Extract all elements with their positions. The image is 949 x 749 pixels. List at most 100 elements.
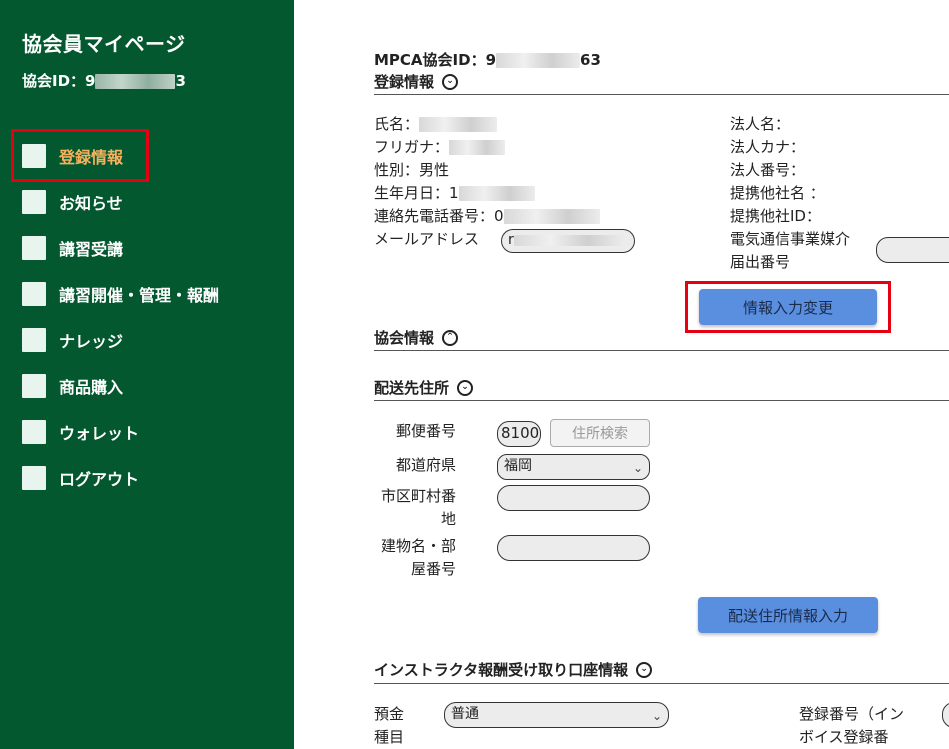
association-id: MPCA協会ID：9 63 — [374, 49, 601, 70]
building-label: 建物名・部 屋番号 — [364, 535, 456, 581]
registration-section-header[interactable]: 登録情報 ⌄ — [374, 71, 459, 92]
phone-label: 連絡先電話番号：0 — [374, 207, 504, 225]
deposit-type-select[interactable]: 普通 ⌄ — [444, 702, 669, 728]
checkbox-icon — [22, 374, 46, 398]
chevron-down-icon[interactable]: ⌄ — [442, 73, 459, 90]
chevron-down-icon[interactable]: ⌄ — [636, 661, 653, 678]
association-id-suffix: 63 — [580, 51, 601, 69]
sidebar: 協会員マイページ 協会ID：9 3 登録情報 お知らせ 講習受講 講習開催・管理・… — [0, 0, 294, 749]
birthdate-label: 生年月日：1 — [374, 184, 459, 202]
gender-label: 性別： — [374, 161, 420, 179]
name-row: 氏名： — [374, 113, 498, 136]
masked-association-id — [496, 53, 581, 68]
corp-kana-label: 法人カナ： — [730, 138, 806, 156]
prefecture-select[interactable]: 福岡 ⌄ — [497, 454, 650, 480]
section-divider — [374, 94, 949, 95]
building-label-line1: 建物名・部 — [380, 537, 456, 555]
section-divider — [374, 400, 949, 401]
checkbox-icon — [22, 328, 46, 352]
postal-code-label: 郵便番号 — [395, 422, 456, 440]
invoice-number-label-line2: ボイス登録番 — [799, 728, 889, 746]
corp-number-label: 法人番号： — [730, 161, 806, 179]
association-section-title: 協会情報 — [374, 329, 435, 347]
telecom-label-line1: 電気通信事業媒介 — [730, 230, 851, 248]
checkbox-icon — [22, 466, 46, 490]
telecom-label: 電気通信事業媒介 届出番号 — [730, 228, 850, 274]
city-label-line2: 地 — [440, 510, 456, 528]
masked-email — [513, 234, 624, 246]
chevron-down-icon: ⌄ — [632, 461, 643, 475]
partner-id-label: 提携他社ID： — [730, 207, 821, 225]
sidebar-item-course-attendance[interactable]: 講習受講 — [22, 235, 123, 261]
building-input[interactable] — [497, 535, 650, 561]
furigana-label: フリガナ： — [374, 138, 450, 156]
sidebar-item-wallet[interactable]: ウォレット — [22, 419, 139, 445]
sidebar-title: 協会員マイページ — [22, 32, 186, 56]
postal-code-input[interactable]: 81000 — [497, 421, 541, 447]
city-label-line1: 市区町村番 — [380, 487, 456, 505]
member-id-label: 協会ID：9 — [22, 72, 96, 90]
member-id-suffix: 3 — [175, 72, 186, 90]
shipping-section-title: 配送先住所 — [374, 379, 450, 397]
address-search-button[interactable]: 住所検索 — [550, 419, 650, 447]
sidebar-item-label: 講習受講 — [59, 240, 124, 259]
sidebar-item-course-management[interactable]: 講習開催・管理・報酬 — [22, 281, 219, 307]
sidebar-item-news[interactable]: お知らせ — [22, 189, 123, 215]
sidebar-item-knowledge[interactable]: ナレッジ — [22, 327, 123, 353]
telecom-label-line2: 届出番号 — [730, 253, 791, 271]
sidebar-item-label: 商品購入 — [59, 378, 124, 397]
masked-id-value — [95, 74, 176, 89]
sidebar-item-purchase[interactable]: 商品購入 — [22, 373, 123, 399]
furigana-row: フリガナ： — [374, 136, 506, 159]
bank-section-header[interactable]: インストラクタ報酬受け取り口座情報 ⌄ — [374, 659, 653, 680]
shipping-submit-button[interactable]: 配送住所情報入力 — [698, 597, 878, 633]
telecom-number-field[interactable] — [876, 237, 949, 263]
active-item-highlight — [11, 129, 149, 182]
deposit-type-label: 預金 種目 — [374, 703, 404, 749]
section-divider — [374, 683, 949, 684]
prefecture-label: 都道府県 — [395, 456, 456, 474]
association-section-header[interactable]: 協会情報 ⌃ — [374, 327, 459, 348]
building-label-line2: 屋番号 — [410, 560, 456, 578]
member-id: 協会ID：9 3 — [22, 70, 186, 91]
deposit-type-label-line1: 預金 — [374, 705, 405, 723]
main-content: MPCA協会ID：9 63 登録情報 ⌄ 氏名： フリガナ： 性別：男性 生年月日… — [294, 0, 949, 749]
deposit-type-label-line2: 種目 — [374, 728, 405, 746]
bank-section-title: インストラクタ報酬受け取り口座情報 — [374, 661, 629, 679]
invoice-number-label-line1: 登録番号（イン — [799, 705, 905, 723]
sidebar-item-label: 講習開催・管理・報酬 — [59, 286, 220, 305]
edit-button-highlight — [685, 281, 891, 333]
partner-name-label: 提携他社名 ： — [730, 184, 825, 202]
checkbox-icon — [22, 420, 46, 444]
sidebar-item-label: お知らせ — [59, 194, 123, 213]
checkbox-icon — [22, 236, 46, 260]
section-divider — [374, 350, 949, 351]
phone-row: 連絡先電話番号：0 — [374, 205, 600, 228]
deposit-type-value: 普通 — [451, 706, 479, 722]
prefecture-value: 福岡 — [504, 458, 532, 474]
masked-furigana — [449, 140, 506, 155]
chevron-down-icon[interactable]: ⌄ — [457, 379, 474, 396]
masked-name — [419, 117, 498, 132]
invoice-number-input[interactable] — [942, 702, 949, 728]
city-label: 市区町村番 地 — [364, 485, 456, 531]
gender-row: 性別：男性 — [374, 159, 449, 182]
sidebar-item-label: ウォレット — [59, 424, 140, 443]
sidebar-item-logout[interactable]: ログアウト — [22, 465, 139, 491]
gender-value: 男性 — [419, 161, 450, 179]
checkbox-icon — [22, 190, 46, 214]
birthdate-row: 生年月日：1 — [374, 182, 535, 205]
association-id-prefix: MPCA協会ID：9 — [374, 51, 497, 69]
name-label: 氏名： — [374, 115, 420, 133]
email-field[interactable]: r — [501, 229, 635, 253]
masked-phone — [503, 209, 600, 224]
city-input[interactable] — [497, 485, 650, 511]
chevron-down-icon: ⌄ — [651, 709, 662, 723]
masked-birthdate — [458, 186, 535, 201]
email-value: r — [508, 232, 514, 248]
corp-name-label: 法人名： — [730, 115, 791, 133]
chevron-up-icon[interactable]: ⌃ — [442, 329, 459, 346]
shipping-section-header[interactable]: 配送先住所 ⌄ — [374, 377, 474, 398]
sidebar-item-label: ナレッジ — [59, 332, 124, 351]
invoice-number-label: 登録番号（イン ボイス登録番 — [799, 703, 904, 749]
